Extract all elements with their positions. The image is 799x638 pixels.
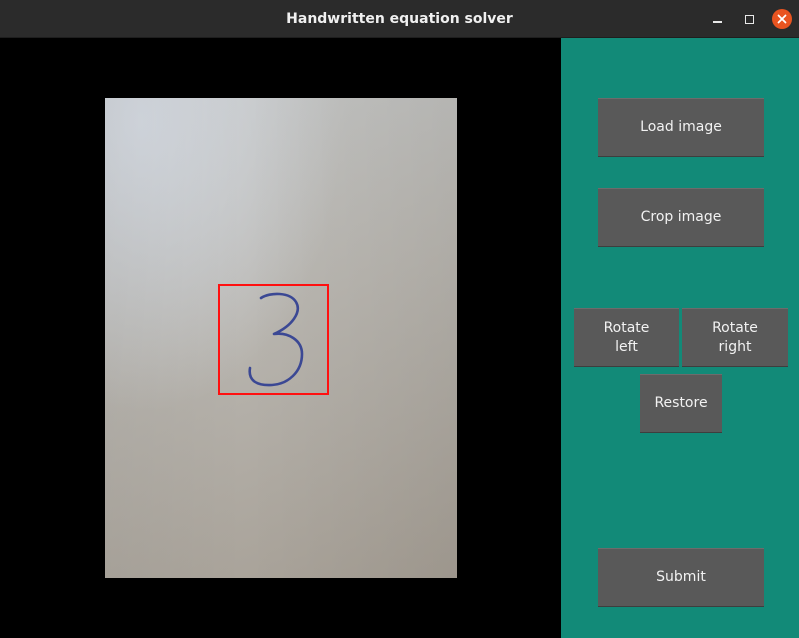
restore-button[interactable]: Restore xyxy=(640,374,722,433)
rotate-left-button[interactable]: Rotate left xyxy=(574,308,679,367)
rotate-right-button[interactable]: Rotate right xyxy=(682,308,788,367)
load-image-button[interactable]: Load image xyxy=(598,98,764,157)
loaded-photo xyxy=(105,98,457,578)
title-bar[interactable]: Handwritten equation solver xyxy=(0,0,799,38)
close-icon[interactable] xyxy=(772,9,792,29)
control-panel: Load image Crop image Rotate left Rotate… xyxy=(561,38,799,638)
crop-image-button[interactable]: Crop image xyxy=(598,188,764,247)
submit-button[interactable]: Submit xyxy=(598,548,764,607)
image-display-panel xyxy=(0,38,561,638)
digit-bounding-box xyxy=(218,284,329,395)
handwritten-digit xyxy=(248,292,304,387)
minimize-icon[interactable] xyxy=(707,9,727,29)
app-window: Handwritten equation solver Load image C… xyxy=(0,0,799,638)
window-title: Handwritten equation solver xyxy=(286,11,513,27)
maximize-icon[interactable] xyxy=(739,9,759,29)
